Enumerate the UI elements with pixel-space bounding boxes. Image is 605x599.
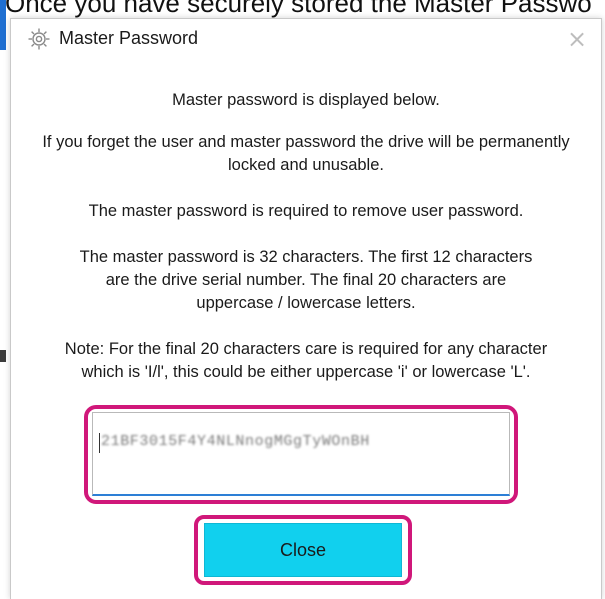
dialog-title: Master Password: [59, 28, 199, 48]
message-password-format: The master password is 32 characters. Th…: [79, 248, 533, 312]
background-window-edge: [0, 0, 6, 596]
gear-icon: [28, 28, 50, 50]
master-password-dialog: Master Password × Master password is dis…: [10, 18, 602, 599]
text-caret: [99, 433, 100, 453]
background-caption: Once you have securely stored the Master…: [5, 0, 592, 18]
master-password-value: 21BF3015F4Y4NLNnogMGgTyWOnBH: [101, 433, 370, 450]
message-displayed-below: Master password is displayed below.: [172, 91, 440, 109]
message-note-case: Note: For the final 20 characters care i…: [64, 340, 548, 381]
message-forget-warning: If you forget the user and master passwo…: [42, 133, 570, 174]
message-required-to-remove: The master password is required to remov…: [88, 202, 524, 220]
close-button[interactable]: Close: [204, 523, 402, 577]
title-bar: Master Password ×: [11, 19, 601, 61]
close-icon[interactable]: ×: [563, 25, 591, 53]
master-password-field[interactable]: 21BF3015F4Y4NLNnogMGgTyWOnBH: [92, 412, 510, 496]
